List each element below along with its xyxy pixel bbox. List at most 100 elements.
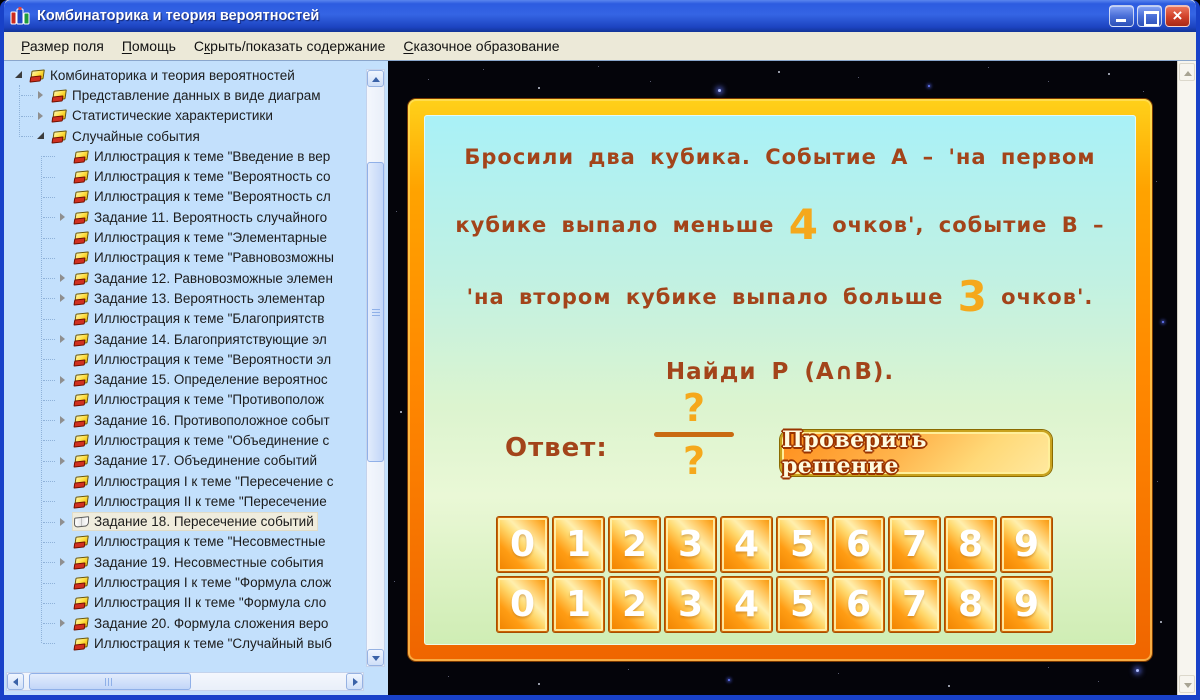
tree-item[interactable]: Задание 17. Объединение событий	[6, 451, 362, 471]
tree-item[interactable]: Иллюстрация I к теме "Пересечение с	[6, 471, 362, 491]
check-solution-button[interactable]: Проверить решение	[780, 427, 1052, 479]
answer-numerator[interactable]: ?	[648, 387, 740, 429]
collapse-arrow-icon[interactable]	[43, 291, 70, 305]
collapse-arrow-icon[interactable]	[21, 109, 48, 123]
problem-line-2: кубике выпало меньше 4 очков', событие B…	[455, 200, 1105, 249]
book-icon	[74, 231, 89, 244]
star	[1108, 73, 1110, 75]
scroll-down-button[interactable]	[1179, 675, 1195, 693]
digit-button-4[interactable]: 4	[721, 577, 772, 632]
collapse-arrow-icon[interactable]	[43, 616, 70, 630]
collapse-arrow-icon[interactable]	[43, 210, 70, 224]
tree-item[interactable]: Иллюстрация к теме "Равновозможны	[6, 248, 362, 268]
tree-item[interactable]: Иллюстрация к теме "Несовместные	[6, 532, 362, 552]
tree-item[interactable]: Иллюстрация II к теме "Пересечение	[6, 491, 362, 511]
digit-button-3[interactable]: 3	[665, 577, 716, 632]
star	[628, 669, 629, 670]
digit-button-6[interactable]: 6	[833, 577, 884, 632]
digit-button-1[interactable]: 1	[553, 577, 604, 632]
tree-item[interactable]: Комбинаторика и теория вероятностей	[6, 65, 362, 85]
tree-item[interactable]: Иллюстрация к теме "Вероятность со	[6, 166, 362, 186]
digit-button-8[interactable]: 8	[945, 517, 996, 572]
digit-button-8[interactable]: 8	[945, 577, 996, 632]
digit-button-9[interactable]: 9	[1001, 517, 1052, 572]
digit-button-2[interactable]: 2	[609, 517, 660, 572]
digit-button-6[interactable]: 6	[833, 517, 884, 572]
collapse-arrow-icon[interactable]	[43, 271, 70, 285]
collapse-arrow-icon[interactable]	[43, 515, 70, 529]
tree-item[interactable]: Задание 13. Вероятность элементар	[6, 288, 362, 308]
digit-button-1[interactable]: 1	[553, 517, 604, 572]
digit-button-5[interactable]: 5	[777, 577, 828, 632]
minimize-button[interactable]	[1109, 5, 1134, 27]
answer-denominator[interactable]: ?	[648, 440, 740, 482]
collapse-arrow-icon[interactable]	[43, 413, 70, 427]
tree-item[interactable]: Задание 19. Несовместные события	[6, 552, 362, 572]
collapse-arrow-icon[interactable]	[43, 332, 70, 346]
tree-item[interactable]: Иллюстрация к теме "Элементарные	[6, 227, 362, 247]
digit-button-3[interactable]: 3	[665, 517, 716, 572]
highlight-number: 3	[957, 272, 987, 321]
tree-item[interactable]: Иллюстрация к теме "Вероятность сл	[6, 187, 362, 207]
tree-item[interactable]: Иллюстрация к теме "Вероятности эл	[6, 349, 362, 369]
star	[988, 67, 989, 68]
scroll-up-button[interactable]	[367, 70, 384, 87]
scroll-right-button[interactable]	[346, 673, 363, 690]
star	[538, 87, 540, 89]
tree-item[interactable]: Задание 14. Благоприятствующие эл	[6, 329, 362, 349]
tree-item[interactable]: Иллюстрация к теме "Случайный выб	[6, 633, 362, 653]
digit-button-7[interactable]: 7	[889, 517, 940, 572]
vertical-scroll-thumb[interactable]	[367, 162, 384, 462]
tree-item[interactable]: Статистические характеристики	[6, 106, 362, 126]
digit-button-4[interactable]: 4	[721, 517, 772, 572]
tree-item[interactable]: Иллюстрация к теме "Введение в вер	[6, 146, 362, 166]
collapse-arrow-icon[interactable]	[43, 454, 70, 468]
digit-button-2[interactable]: 2	[609, 577, 660, 632]
scroll-down-button[interactable]	[367, 649, 384, 666]
digit-button-0[interactable]: 0	[497, 517, 548, 572]
book-icon	[74, 576, 89, 589]
digit-button-7[interactable]: 7	[889, 577, 940, 632]
expand-arrow-icon[interactable]	[21, 129, 48, 143]
tree-horizontal-scrollbar[interactable]	[6, 672, 364, 691]
scroll-up-button[interactable]	[1179, 63, 1195, 81]
window-title: Комбинаторика и теория вероятностей	[37, 8, 320, 24]
digit-button-5[interactable]: 5	[777, 517, 828, 572]
tree-item[interactable]: Иллюстрация к теме "Благоприятств	[6, 309, 362, 329]
tree-item[interactable]: Задание 15. Определение вероятнос	[6, 369, 362, 389]
close-button[interactable]	[1165, 5, 1190, 27]
tree-vertical-scrollbar[interactable]	[366, 69, 385, 667]
tree-item[interactable]: Иллюстрация к теме "Противополож	[6, 390, 362, 410]
star	[1048, 667, 1049, 668]
tree-item[interactable]: Иллюстрация II к теме "Формула сло	[6, 593, 362, 613]
menu-fairytale-education[interactable]: Сказочное образование	[394, 35, 568, 57]
tree-item[interactable]: Представление данных в виде диаграм	[6, 85, 362, 105]
tree-item[interactable]: Случайные события	[6, 126, 362, 146]
tree-item[interactable]: Иллюстрация I к теме "Формула слож	[6, 572, 362, 592]
book-icon	[74, 211, 89, 224]
main-vertical-scrollbar[interactable]	[1177, 61, 1196, 695]
tree-item[interactable]: Задание 12. Равновозможные элемен	[6, 268, 362, 288]
tree-item[interactable]: Задание 11. Вероятность случайного	[6, 207, 362, 227]
digit-button-9[interactable]: 9	[1001, 577, 1052, 632]
problem-line-3: 'на втором кубике выпало больше 3 очков'…	[466, 272, 1094, 321]
scroll-left-button[interactable]	[7, 673, 24, 690]
digit-button-0[interactable]: 0	[497, 577, 548, 632]
answer-fraction: ? ?	[648, 387, 740, 482]
main-content: Бросили два кубика. Событие A – 'на перв…	[388, 60, 1196, 695]
open-book-icon	[74, 515, 89, 528]
menu-help[interactable]: Помощь	[113, 35, 185, 57]
tree-item-selected[interactable]: Задание 18. Пересечение событий	[6, 512, 362, 532]
expand-arrow-icon[interactable]	[12, 68, 26, 82]
collapse-arrow-icon[interactable]	[43, 555, 70, 569]
tree-item[interactable]: Задание 20. Формула сложения веро	[6, 613, 362, 633]
menu-field-size[interactable]: Размер поля	[12, 35, 113, 57]
collapse-arrow-icon[interactable]	[43, 373, 70, 387]
horizontal-scroll-thumb[interactable]	[29, 673, 191, 690]
maximize-button[interactable]	[1137, 5, 1162, 27]
book-icon	[74, 556, 89, 569]
tree-item[interactable]: Задание 16. Противоположное событ	[6, 410, 362, 430]
menu-toggle-contents[interactable]: Скрыть/показать содержание	[185, 35, 394, 57]
tree-item[interactable]: Иллюстрация к теме "Объединение с	[6, 430, 362, 450]
collapse-arrow-icon[interactable]	[21, 88, 48, 102]
